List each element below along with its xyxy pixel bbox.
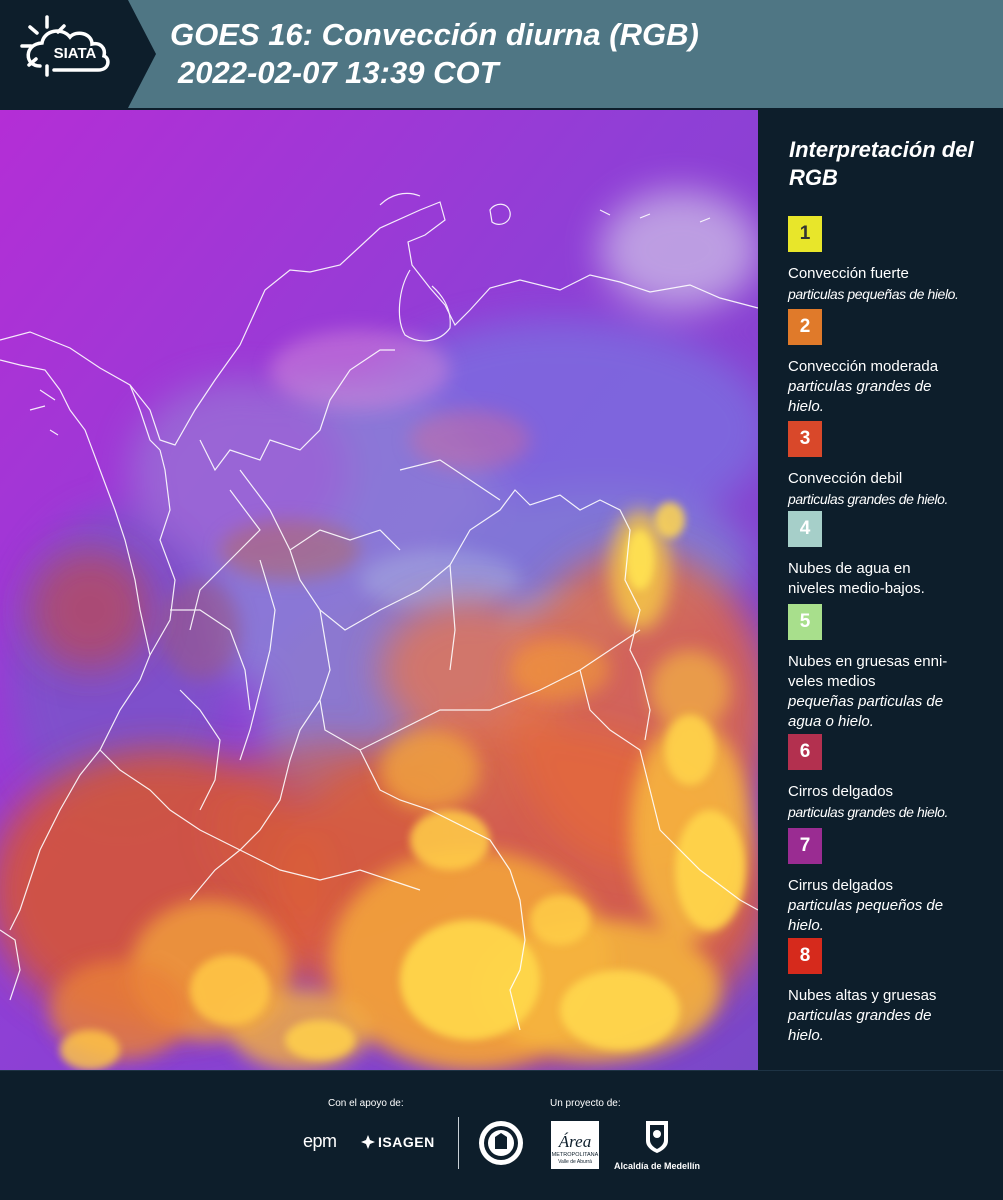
legend-number-8: 8: [799, 945, 811, 966]
legend-desc-6: particulas grandes de hielo.: [788, 804, 949, 820]
legend-name-5: Nubes en gruesas enni-veles medios: [788, 653, 948, 690]
legend-swatch-3: 3: [788, 421, 822, 457]
epm-logo: epm: [303, 1131, 337, 1151]
page: SIATA GOES 16: Convección diurna (RGB) 2…: [0, 0, 1003, 1200]
area-logo-sub1: METROPOLITANA: [552, 1152, 599, 1158]
footer: Con el apoyo de: Un proyecto de: epm ISA…: [0, 1070, 1003, 1200]
title-line-1: GOES 16: Convección diurna (RGB): [170, 17, 699, 52]
legend-name-6: Cirros delgados: [788, 783, 894, 800]
area-logo-text: Área: [558, 1132, 591, 1151]
footer-divider: [458, 1117, 459, 1169]
legend-name-8: Nubes altas y gruesas: [788, 987, 937, 1004]
emblem-icon: [479, 1121, 523, 1165]
legend-number-7: 7: [799, 835, 811, 856]
title-line-2: 2022-02-07 13:39 COT: [178, 55, 499, 90]
legend-name-2: Convección moderada: [788, 358, 939, 375]
legend-name-4: Nubes de agua en niveles medio-bajos.: [788, 560, 925, 597]
legend-swatch-2: 2: [788, 309, 822, 345]
siata-logo-text: SIATA: [54, 45, 97, 62]
legend-item-2: 2 Convección moderada particulas grandes…: [788, 309, 998, 417]
legend-item-3: 3 Convección debil particulas grandes de…: [788, 421, 998, 509]
area-metropolitana-logo: Área METROPOLITANA Valle de Aburrá: [551, 1121, 599, 1169]
legend-desc-1: particulas pequeñas de hielo.: [788, 286, 959, 302]
legend-desc-7: particulas pequeños de hielo.: [788, 897, 944, 934]
legend-name-7: Cirrus delgados: [788, 877, 894, 894]
legend-item-5: 5 Nubes en gruesas enni-veles medios peq…: [788, 604, 998, 732]
legend-item-7: 7 Cirrus delgados particulas pequeños de…: [788, 828, 998, 936]
legend-desc-3: particulas grandes de hielo.: [788, 491, 949, 507]
legend-swatch-6: 6: [788, 734, 822, 770]
legend-item-1: 1 Convección fuerte particulas pequeñas …: [788, 216, 998, 304]
isagen-icon: [361, 1135, 375, 1149]
legend-swatch-7: 7: [788, 828, 822, 864]
legend-panel: Interpretación del RGB 1 Convección fuer…: [760, 110, 1003, 1070]
satellite-map: [0, 110, 758, 1070]
legend-number-1: 1: [799, 223, 811, 244]
alcaldia-logo-text: Alcaldía de Medellín: [614, 1161, 701, 1171]
legend-name-3: Convección debil: [788, 470, 903, 487]
legend-number-3: 3: [799, 428, 811, 449]
legend-desc-5: pequeñas particulas de agua o hielo.: [788, 693, 944, 730]
legend-item-4: 4 Nubes de agua en niveles medio-bajos.: [788, 511, 998, 599]
siata-logo: SIATA: [0, 0, 156, 108]
legend-swatch-8: 8: [788, 938, 822, 974]
legend-desc-2: particulas grandes de hielo.: [788, 378, 932, 415]
legend-number-2: 2: [799, 316, 811, 337]
isagen-logo: ISAGEN: [378, 1134, 435, 1150]
legend-item-8: 8 Nubes altas y gruesas particulas grand…: [788, 938, 998, 1046]
legend-name-1: Convección fuerte: [788, 265, 909, 282]
legend-swatch-4: 4: [788, 511, 822, 547]
legend-number-4: 4: [799, 518, 811, 539]
legend-number-5: 5: [799, 611, 811, 632]
legend-number-6: 6: [799, 741, 811, 762]
legend-swatch-1: 1: [788, 216, 822, 252]
legend-swatch-5: 5: [788, 604, 822, 640]
header: SIATA GOES 16: Convección diurna (RGB) 2…: [0, 0, 1003, 108]
legend-desc-8: particulas grandes de hielo.: [788, 1007, 932, 1044]
legend-title: Interpretación del RGB: [789, 137, 974, 190]
alcaldia-crest-icon: [646, 1121, 668, 1153]
page-title: GOES 16: Convección diurna (RGB) 2022-02…: [170, 16, 699, 92]
satellite-image: [0, 110, 758, 1070]
project-label: Un proyecto de:: [550, 1098, 621, 1109]
area-logo-sub2: Valle de Aburrá: [558, 1159, 592, 1165]
legend-item-6: 6 Cirros delgados particulas grandes de …: [788, 734, 998, 822]
support-label: Con el apoyo de:: [328, 1098, 404, 1109]
